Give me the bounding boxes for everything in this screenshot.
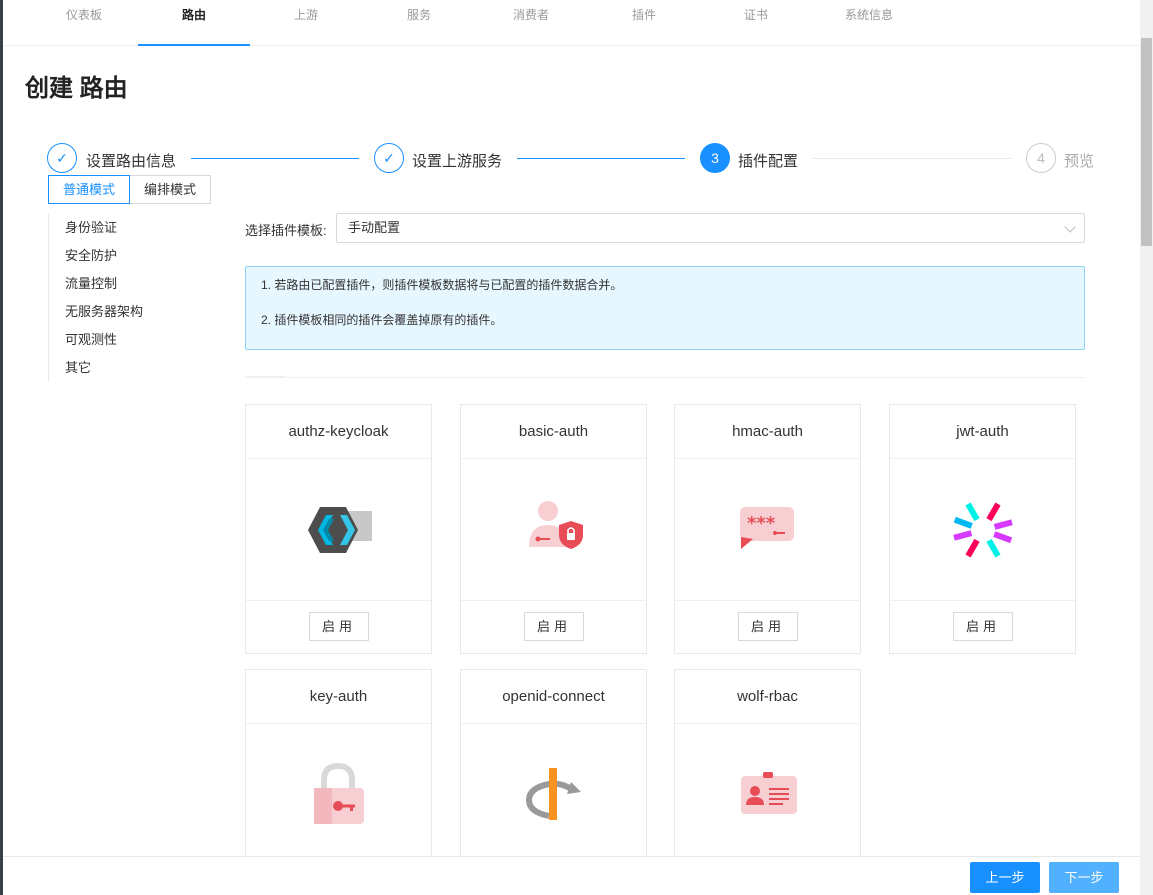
step-connector: [812, 158, 1012, 159]
alert-line-2: 2. 插件模板相同的插件会覆盖掉原有的插件。: [261, 313, 503, 327]
enable-button[interactable]: 启用: [309, 612, 369, 641]
step-3-label: 插件配置: [738, 153, 799, 170]
password-bubble-icon: ***: [740, 507, 794, 549]
top-nav: 仪表板 路由 上游 服务 消费者 插件 证书 系统信息: [3, 0, 1140, 46]
category-traffic-control[interactable]: 流量控制: [49, 270, 178, 298]
category-authentication[interactable]: 身份验证: [49, 214, 178, 242]
step-1-check-icon: ✓: [47, 143, 77, 173]
openid-icon: [525, 768, 581, 820]
user-shield-icon: [529, 501, 583, 549]
plugin-card-authz-keycloak: authz-keycloak 启用: [245, 404, 432, 654]
template-select-value: 手动配置: [348, 220, 401, 235]
category-security[interactable]: 安全防护: [49, 242, 178, 270]
plugin-name: hmac-auth: [675, 405, 860, 459]
padlock-key-icon: [314, 762, 364, 824]
plugin-name: basic-auth: [461, 405, 646, 459]
template-label: 选择插件模板:: [245, 223, 327, 238]
step-4-label: 预览: [1064, 153, 1095, 170]
window-edge: [0, 0, 3, 895]
step-connector: [517, 158, 685, 159]
category-observability[interactable]: 可观测性: [49, 326, 178, 354]
enable-button[interactable]: 启用: [524, 612, 584, 641]
keycloak-icon: [308, 507, 372, 553]
chevron-down-icon: [1064, 221, 1076, 233]
alert-line-1: 1. 若路由已配置插件，则插件模板数据将与已配置的插件数据合并。: [261, 278, 623, 292]
divider: [245, 377, 1085, 378]
tab-services[interactable]: 服务: [363, 0, 475, 46]
next-step-button[interactable]: 下一步: [1049, 862, 1119, 893]
jwt-icon: [953, 502, 1013, 558]
plugin-name: jwt-auth: [890, 405, 1075, 459]
category-other[interactable]: 其它: [49, 354, 178, 382]
tab-dashboard[interactable]: 仪表板: [28, 0, 140, 46]
step-2-check-icon: ✓: [374, 143, 404, 173]
normal-mode-button[interactable]: 普通模式: [48, 175, 131, 204]
step-4-number: 4: [1026, 143, 1056, 173]
scrollbar-thumb[interactable]: [1141, 38, 1152, 246]
info-alert: 1. 若路由已配置插件，则插件模板数据将与已配置的插件数据合并。 2. 插件模板…: [245, 266, 1085, 350]
plugin-category-menu: 身份验证 安全防护 流量控制 无服务器架构 可观测性 其它: [48, 214, 178, 382]
tab-system-info[interactable]: 系统信息: [813, 0, 925, 46]
step-connector: [191, 158, 359, 159]
enable-button[interactable]: 启用: [953, 612, 1013, 641]
orchestration-mode-button[interactable]: 编排模式: [130, 175, 212, 204]
template-select[interactable]: 手动配置: [336, 213, 1085, 243]
enable-button[interactable]: 启用: [738, 612, 798, 641]
footer-toolbar: 上一步 下一步: [3, 856, 1140, 895]
id-card-icon: [741, 772, 797, 814]
tab-routes[interactable]: 路由: [138, 0, 250, 46]
divider-mark: [245, 376, 285, 378]
step-1-label: 设置路由信息: [86, 153, 177, 170]
mode-switch: 普通模式 编排模式: [48, 175, 212, 204]
plugin-card-hmac-auth: hmac-auth *** 启用: [674, 404, 861, 654]
plugin-card-jwt-auth: jwt-auth 启用: [889, 404, 1076, 654]
plugin-card-basic-auth: basic-auth 启用: [460, 404, 647, 654]
step-2-label: 设置上游服务: [412, 153, 503, 170]
tab-consumers[interactable]: 消费者: [475, 0, 587, 46]
category-serverless[interactable]: 无服务器架构: [49, 298, 178, 326]
plugin-name: authz-keycloak: [246, 405, 431, 459]
tab-plugins[interactable]: 插件: [588, 0, 700, 46]
plugin-name: key-auth: [246, 670, 431, 724]
page-title: 创建 路由: [25, 75, 128, 102]
plugin-name: wolf-rbac: [675, 670, 860, 724]
svg-text:***: ***: [747, 513, 776, 534]
tab-ssl[interactable]: 证书: [700, 0, 812, 46]
prev-step-button[interactable]: 上一步: [970, 862, 1040, 893]
step-3-number: 3: [700, 143, 730, 173]
plugin-name: openid-connect: [461, 670, 646, 724]
tab-upstream[interactable]: 上游: [250, 0, 362, 46]
